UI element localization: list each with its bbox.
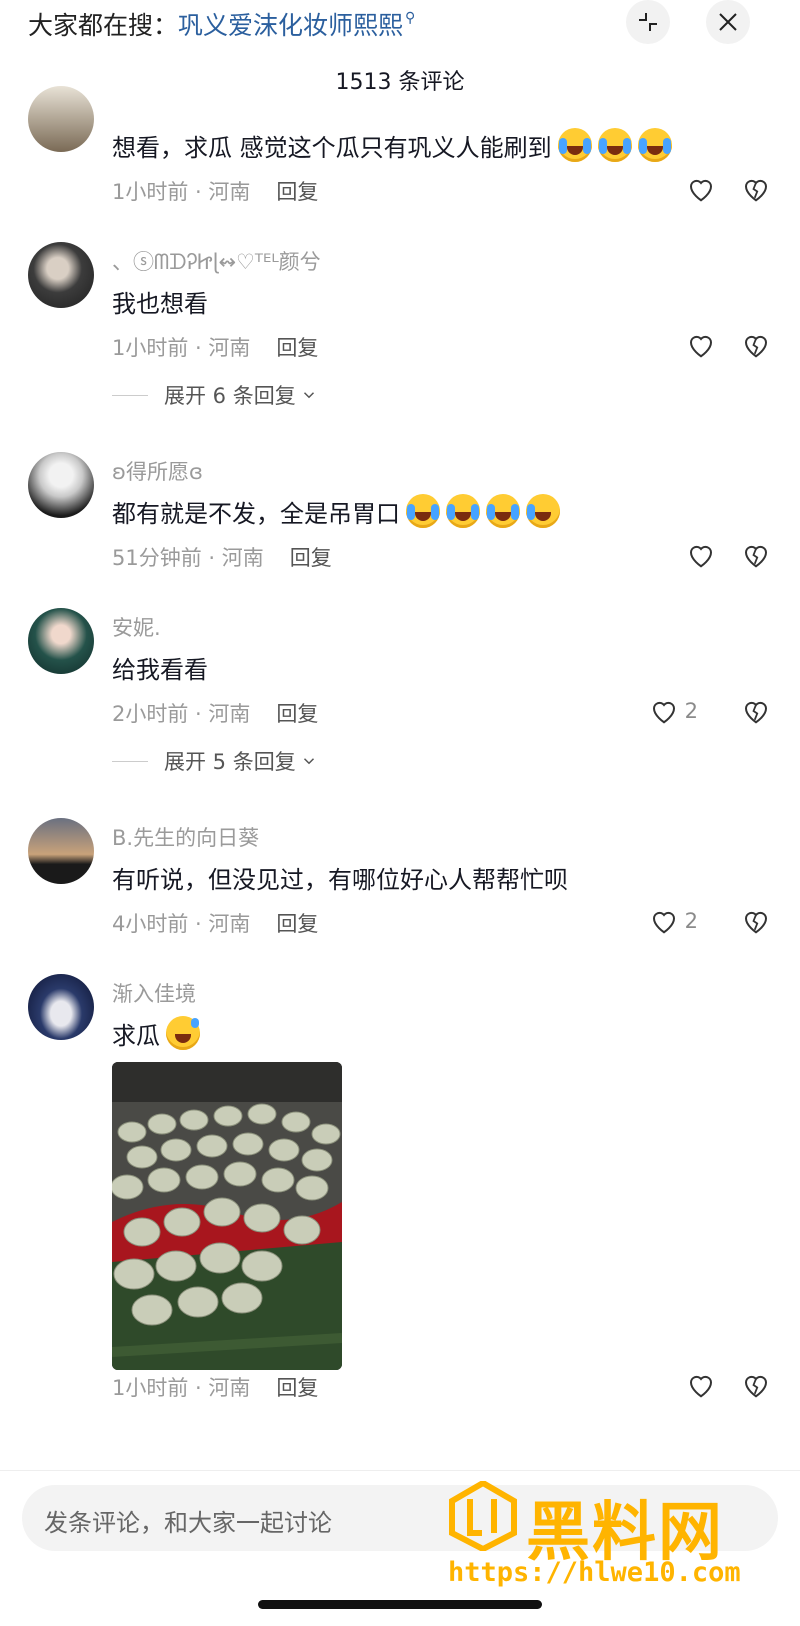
laugh-cry-emoji (637, 128, 672, 162)
comment-photo[interactable] (112, 1062, 342, 1370)
melon-photo (112, 1062, 342, 1370)
heart-icon (689, 179, 713, 202)
heart-icon (689, 1375, 713, 1398)
search-icon: ⚲ (405, 10, 416, 26)
like-button[interactable] (686, 540, 716, 570)
dislike-heart-icon[interactable] (741, 330, 771, 360)
like-button[interactable]: 2 (649, 696, 698, 726)
time-location: 4小时前 · 河南 (112, 912, 251, 936)
reply-button[interactable]: 回复 (290, 546, 332, 570)
heart-icon (652, 701, 675, 724)
close-button[interactable] (706, 0, 750, 44)
like-button[interactable] (686, 330, 716, 360)
like-count: 2 (684, 699, 698, 723)
comment-text: 我也想看 (112, 290, 208, 318)
avatar[interactable] (28, 818, 94, 884)
comment-text: 给我看看 (112, 656, 208, 684)
avatar[interactable] (28, 86, 94, 152)
watermark-logo-icon (449, 1481, 517, 1551)
heart-icon (689, 335, 713, 358)
reply-button[interactable]: 回复 (276, 702, 318, 726)
time-location: 1小时前 · 河南 (112, 336, 251, 360)
expand-label: 展开 5 条回复 (164, 750, 296, 774)
comment-text: 想看，求瓜 感觉这个瓜只有巩义人能刷到 (112, 128, 672, 163)
top-bar: 大家都在搜：巩义爱沫化妆师熙熙 ⚲ (0, 0, 800, 48)
reply-button[interactable]: 回复 (276, 180, 318, 204)
comment-meta: 51分钟前 · 河南 回复 (112, 542, 332, 572)
time-location: 2小时前 · 河南 (112, 702, 251, 726)
comment-text: 求瓜 (112, 1016, 200, 1051)
reply-button[interactable]: 回复 (276, 1376, 318, 1400)
teary-smile-emoji (526, 494, 560, 528)
comment-count-title: 1513 条评论 (335, 70, 465, 95)
heart-icon (652, 911, 675, 934)
search-suggestion[interactable]: 大家都在搜：巩义爱沫化妆师熙熙 ⚲ (28, 6, 416, 42)
avatar[interactable] (28, 242, 94, 308)
comment-text: 有听说，但没见过，有哪位好心人帮帮忙呗 (112, 866, 568, 894)
laugh-cry-emoji (597, 128, 632, 162)
dislike-heart-icon[interactable] (741, 696, 771, 726)
expand-replies-button[interactable]: 展开 5 条回复 (112, 746, 318, 776)
dislike-heart-icon[interactable] (741, 1370, 771, 1400)
expand-replies-button[interactable]: 展开 6 条回复 (112, 380, 318, 410)
laugh-cry-emoji (557, 128, 592, 162)
like-button[interactable] (686, 1370, 716, 1400)
comment-text: 都有就是不发，全是吊胃口 (112, 494, 560, 529)
collapse-icon (639, 13, 657, 31)
like-count: 2 (684, 909, 698, 933)
dislike-heart-icon[interactable] (741, 174, 771, 204)
grin-sweat-emoji (166, 1016, 200, 1050)
loud-cry-emoji (486, 494, 520, 528)
reply-button[interactable]: 回复 (276, 336, 318, 360)
like-button[interactable] (686, 174, 716, 204)
reply-button[interactable]: 回复 (276, 912, 318, 936)
close-icon (719, 13, 737, 31)
like-button[interactable]: 2 (649, 906, 698, 936)
watermark-url: https://hlwe10.com (448, 1557, 741, 1588)
search-prefix-label: 大家都在搜： (28, 11, 179, 40)
watermark: 黑料网 https://hlwe10.com (448, 1481, 768, 1611)
username[interactable]: ʚ得所愿ɞ (112, 456, 203, 486)
chevron-down-icon (303, 392, 314, 399)
username[interactable]: B.先生的向日葵 (112, 822, 259, 852)
avatar[interactable] (28, 608, 94, 674)
comment-meta: 2小时前 · 河南 回复 (112, 698, 318, 728)
time-location: 51分钟前 · 河南 (112, 546, 264, 570)
comment-meta: 1小时前 · 河南 回复 (112, 1372, 318, 1402)
collapse-button[interactable] (626, 0, 670, 44)
expand-label: 展开 6 条回复 (164, 384, 296, 408)
username[interactable]: 安妮. (112, 612, 161, 642)
loud-cry-emoji (406, 494, 440, 528)
divider (112, 760, 148, 762)
dislike-heart-icon[interactable] (741, 540, 771, 570)
chevron-down-icon (303, 758, 314, 765)
time-location: 1小时前 · 河南 (112, 1376, 251, 1400)
comment-meta: 1小时前 · 河南 回复 (112, 332, 318, 362)
dislike-heart-icon[interactable] (741, 906, 771, 936)
home-indicator[interactable] (258, 1600, 542, 1609)
comment-meta: 4小时前 · 河南 回复 (112, 908, 318, 938)
avatar[interactable] (28, 452, 94, 518)
avatar[interactable] (28, 974, 94, 1040)
username[interactable]: 渐入佳境 (112, 978, 196, 1008)
time-location: 1小时前 · 河南 (112, 180, 251, 204)
heart-icon (689, 545, 713, 568)
divider (112, 394, 148, 396)
comment-meta: 1小时前 · 河南 回复 (112, 176, 318, 206)
loud-cry-emoji (446, 494, 480, 528)
username[interactable]: 、ⓢᗰᗪᎮᏥɭ↭♡ᵀᴱᴸ颜兮 (112, 246, 321, 276)
search-term-link[interactable]: 巩义爱沫化妆师熙熙 (178, 11, 403, 40)
comment-input-placeholder: 发条评论，和大家一起讨论 (44, 1509, 332, 1537)
